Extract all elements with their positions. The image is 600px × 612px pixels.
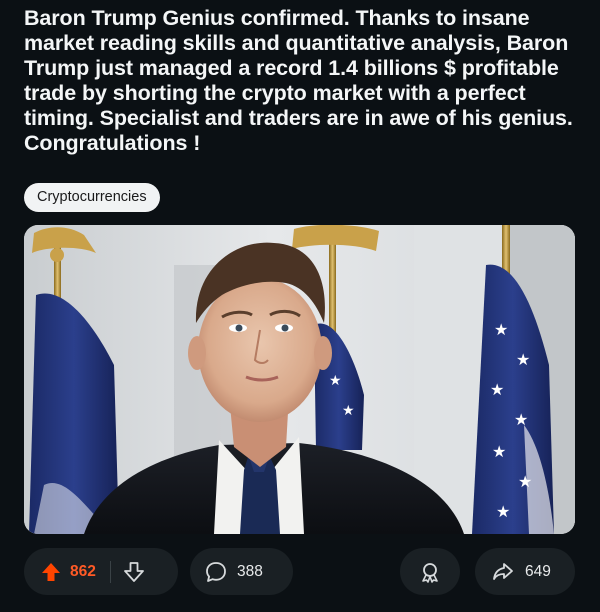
flair-badge[interactable]: Cryptocurrencies xyxy=(24,183,160,212)
comments-button[interactable]: 388 xyxy=(190,548,293,595)
post-action-bar: 862 388 649 xyxy=(24,548,575,595)
svg-text:★: ★ xyxy=(516,350,530,369)
post-image[interactable]: ★ ★ ★ ★ ★ ★ ★ ★ ★ xyxy=(24,225,575,534)
arrow-up-icon[interactable] xyxy=(40,561,62,583)
vote-group: 862 xyxy=(24,548,178,595)
svg-text:★: ★ xyxy=(518,472,532,491)
award-icon xyxy=(418,560,442,584)
svg-text:★: ★ xyxy=(490,380,504,399)
svg-text:★: ★ xyxy=(494,320,508,339)
speech-bubble-icon xyxy=(204,560,228,584)
upvote-count: 862 xyxy=(70,562,96,580)
post-title[interactable]: Baron Trump Genius confirmed. Thanks to … xyxy=(24,6,584,156)
share-arrow-icon xyxy=(491,560,515,584)
svg-text:★: ★ xyxy=(492,442,506,461)
share-button[interactable]: 649 xyxy=(475,548,575,595)
comment-count: 388 xyxy=(237,562,263,580)
share-count: 649 xyxy=(525,562,551,580)
svg-text:★: ★ xyxy=(514,410,528,429)
vote-divider xyxy=(109,560,111,583)
svg-text:★: ★ xyxy=(342,403,355,419)
award-button[interactable] xyxy=(400,548,460,595)
svg-text:★: ★ xyxy=(496,502,510,521)
svg-text:★: ★ xyxy=(329,373,342,389)
arrow-down-icon[interactable] xyxy=(123,561,145,583)
